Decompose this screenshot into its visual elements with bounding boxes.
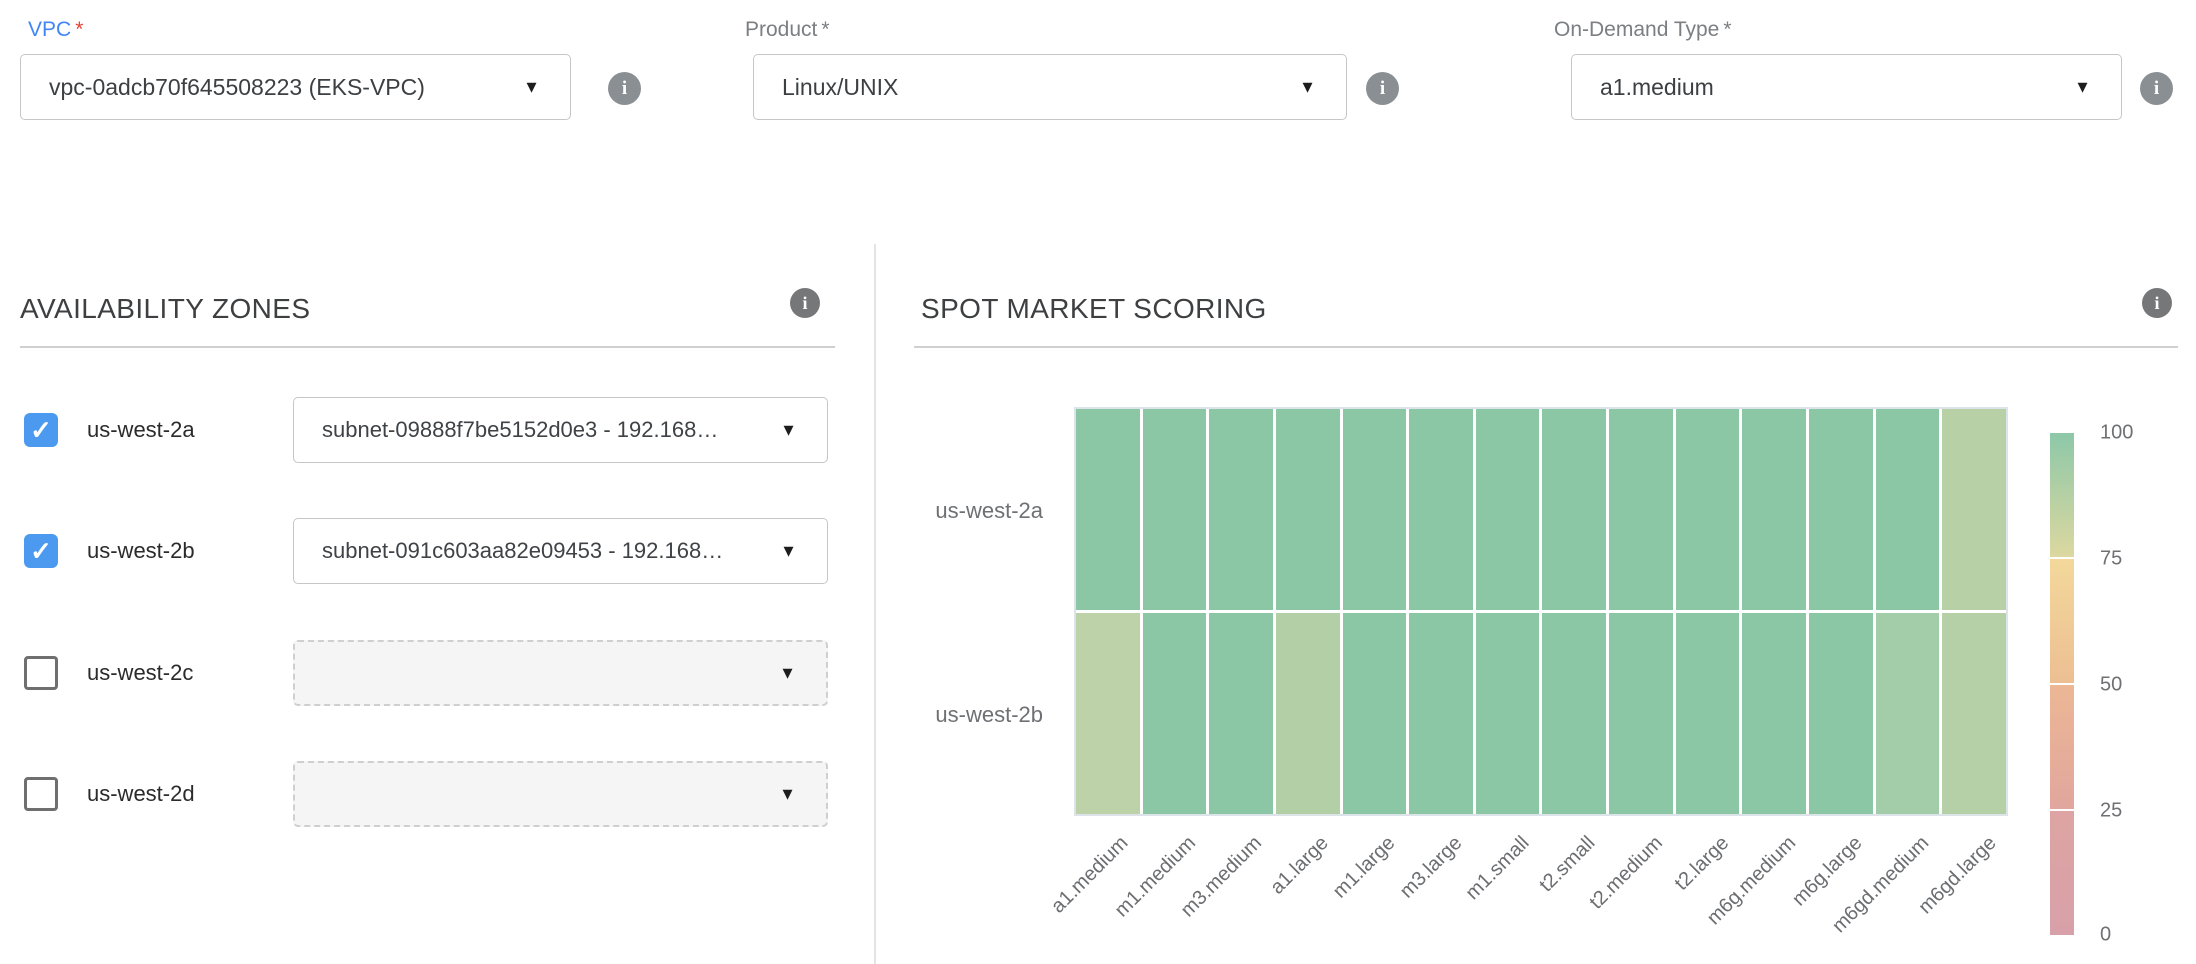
heatmap-column-label: a1.large xyxy=(1266,832,1333,899)
colorbar-tick-label: 75 xyxy=(2100,548,2122,571)
subnet-select-us-west-2b[interactable]: subnet-091c603aa82e09453 - 192.168… ▼ xyxy=(293,518,828,584)
colorbar-tick-label: 25 xyxy=(2100,800,2122,823)
chevron-down-icon: ▼ xyxy=(779,665,796,682)
subnet-select-us-west-2a[interactable]: subnet-09888f7be5152d0e3 - 192.168… ▼ xyxy=(293,397,828,463)
heatmap-cell xyxy=(1542,613,1606,814)
heatmap-row-label: us-west-2a xyxy=(893,498,1043,524)
on-demand-type-label-text: On-Demand Type xyxy=(1554,18,1719,41)
colorbar-segment xyxy=(2050,685,2074,809)
on-demand-type-select-value: a1.medium xyxy=(1572,74,2121,101)
heatmap-cell xyxy=(1809,613,1873,814)
zone-label: us-west-2b xyxy=(87,538,195,564)
heatmap-cell xyxy=(1676,613,1740,814)
heatmap-cell xyxy=(1276,613,1340,814)
heatmap-cell xyxy=(1542,409,1606,610)
heatmap-colorbar xyxy=(2050,433,2074,935)
zone-checkbox-us-west-2c[interactable] xyxy=(24,656,58,690)
subnet-select-us-west-2d[interactable]: ▼ xyxy=(293,761,828,827)
spot-market-scoring-info-icon[interactable]: i xyxy=(2142,288,2172,318)
heatmap-cell xyxy=(1609,613,1673,814)
zone-row: us-west-2d ▼ xyxy=(0,761,875,827)
zone-label: us-west-2d xyxy=(87,781,195,807)
chevron-down-icon: ▼ xyxy=(1299,79,1316,96)
heatmap-cell xyxy=(1809,409,1873,610)
zone-checkbox-us-west-2b[interactable]: ✓ xyxy=(24,534,58,568)
heatmap-cell xyxy=(1942,409,2006,610)
heatmap-cell xyxy=(1742,409,1806,610)
zone-row: us-west-2c ▼ xyxy=(0,640,875,706)
on-demand-type-label: On-Demand Type* xyxy=(1554,18,1732,42)
spot-market-heatmap xyxy=(1074,407,2008,816)
chevron-down-icon: ▼ xyxy=(780,422,797,439)
heatmap-row-label: us-west-2b xyxy=(893,702,1043,728)
heatmap-cell xyxy=(1409,613,1473,814)
zone-rows: ✓ us-west-2a subnet-09888f7be5152d0e3 - 19… xyxy=(0,0,875,964)
heatmap-cell xyxy=(1476,409,1540,610)
heatmap-cell xyxy=(1942,613,2006,814)
heatmap-column-label: t2.medium xyxy=(1585,832,1667,914)
subnet-select-value: subnet-09888f7be5152d0e3 - 192.168… xyxy=(322,417,757,443)
heatmap-cell xyxy=(1143,613,1207,814)
heatmap-column-label: m1.small xyxy=(1461,832,1534,905)
spot-market-scoring-rule xyxy=(914,346,2178,348)
colorbar-tick-label: 100 xyxy=(2100,422,2133,445)
heatmap-column-label: m1.large xyxy=(1329,832,1400,903)
colorbar-segment xyxy=(2050,433,2074,557)
heatmap-column-label: t2.large xyxy=(1671,832,1734,895)
on-demand-type-select[interactable]: a1.medium ▼ xyxy=(1571,54,2122,120)
subnet-select-us-west-2c[interactable]: ▼ xyxy=(293,640,828,706)
heatmap-column-label: m3.large xyxy=(1396,832,1467,903)
heatmap-cell xyxy=(1409,409,1473,610)
zone-row: ✓ us-west-2b subnet-091c603aa82e09453 - 19… xyxy=(0,518,875,584)
colorbar-segment xyxy=(2050,811,2074,935)
chevron-down-icon: ▼ xyxy=(779,786,796,803)
chevron-down-icon: ▼ xyxy=(2074,79,2091,96)
colorbar-segment xyxy=(2050,559,2074,683)
heatmap-cell xyxy=(1876,409,1940,610)
heatmap-cell xyxy=(1209,613,1273,814)
heatmap-cell xyxy=(1742,613,1806,814)
heatmap-cell xyxy=(1609,409,1673,610)
zone-label: us-west-2a xyxy=(87,417,195,443)
heatmap-cell xyxy=(1209,409,1273,610)
heatmap-cell xyxy=(1143,409,1207,610)
product-info-icon[interactable]: i xyxy=(1366,72,1399,105)
heatmap-cell xyxy=(1676,409,1740,610)
subnet-select-value: subnet-091c603aa82e09453 - 192.168… xyxy=(322,538,757,564)
zone-label: us-west-2c xyxy=(87,660,193,686)
heatmap-cell xyxy=(1076,613,1140,814)
heatmap-cell xyxy=(1276,409,1340,610)
on-demand-type-info-icon[interactable]: i xyxy=(2140,72,2173,105)
colorbar-tick-label: 50 xyxy=(2100,674,2122,697)
heatmap-cell xyxy=(1476,613,1540,814)
heatmap-cell xyxy=(1076,409,1140,610)
heatmap-cell xyxy=(1343,613,1407,814)
heatmap-cell xyxy=(1876,613,1940,814)
heatmap-cell xyxy=(1343,409,1407,610)
spot-market-scoring-title: SPOT MARKET SCORING xyxy=(921,293,1267,325)
zone-checkbox-us-west-2d[interactable] xyxy=(24,777,58,811)
required-asterisk: * xyxy=(1723,18,1731,41)
zone-checkbox-us-west-2a[interactable]: ✓ xyxy=(24,413,58,447)
heatmap-column-label: t2.small xyxy=(1536,832,1601,897)
zone-row: ✓ us-west-2a subnet-09888f7be5152d0e3 - 19… xyxy=(0,397,875,463)
chevron-down-icon: ▼ xyxy=(780,543,797,560)
colorbar-tick-label: 0 xyxy=(2100,924,2111,947)
